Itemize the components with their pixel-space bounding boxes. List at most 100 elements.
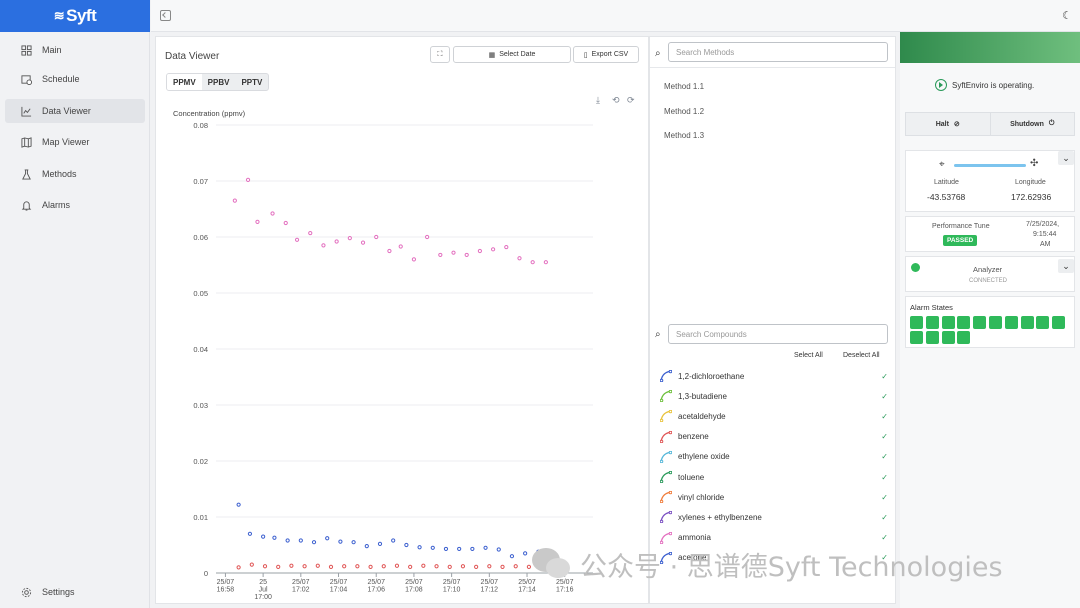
x-tick-label: 17:16 <box>556 587 574 594</box>
sidebar-item-schedule[interactable]: Schedule <box>5 67 145 91</box>
x-tick-label: Jul <box>259 587 268 594</box>
power-icon: ⏻ <box>1048 120 1055 127</box>
data-point <box>513 564 518 569</box>
sidebar-item-map-viewer[interactable]: Map Viewer <box>5 130 145 154</box>
data-point <box>464 252 469 258</box>
compound-row[interactable]: xylenes + ethylbenzene ✓ <box>660 509 888 525</box>
sidebar-item-label: Data Viewer <box>42 106 91 116</box>
data-point <box>500 564 505 569</box>
sidebar-item-label: Schedule <box>42 74 80 84</box>
search-icon: ⌕ <box>655 48 661 59</box>
y-tick-label: 0.03 <box>193 401 208 410</box>
search-compounds-input[interactable]: Search Compounds <box>668 324 888 344</box>
alarm-state-indicator[interactable] <box>1036 316 1050 329</box>
alarm-state-indicator[interactable] <box>925 331 939 344</box>
alarm-state-indicator[interactable] <box>941 331 955 344</box>
alarm-state-indicator[interactable] <box>973 316 987 329</box>
sidebar-item-methods[interactable]: Methods <box>5 162 145 186</box>
compound-name: 1,3-butadiene <box>678 391 727 401</box>
y-tick-label: 0.06 <box>193 233 208 242</box>
compound-series-icon <box>660 491 672 504</box>
alarm-state-indicator[interactable] <box>941 316 955 329</box>
data-point <box>483 545 488 550</box>
halt-button[interactable]: Halt ⊘ <box>906 113 990 135</box>
data-point <box>470 546 475 552</box>
check-icon: ✓ <box>881 533 888 543</box>
compound-row[interactable]: acetaldehyde ✓ <box>660 408 888 424</box>
compound-name: ethylene oxide <box>678 452 730 462</box>
data-point <box>417 545 422 550</box>
status-badge: PASSED <box>943 235 978 246</box>
compound-series-icon <box>660 430 672 443</box>
data-point <box>443 546 449 552</box>
method-item[interactable]: Method 1.1 <box>664 82 704 91</box>
alarm-state-indicator[interactable] <box>1020 316 1034 329</box>
y-axis-label: Concentration (ppmv) <box>173 109 246 118</box>
compound-name: acetaldehyde <box>678 411 726 421</box>
deselect-all-button[interactable]: Deselect All <box>843 352 880 359</box>
alarm-state-indicator[interactable] <box>1004 316 1018 329</box>
x-tick-label: 25/07 <box>330 579 348 586</box>
data-point <box>247 531 253 536</box>
data-point <box>232 198 237 203</box>
moon-icon[interactable]: ☾ <box>1062 9 1072 22</box>
method-item[interactable]: Method 1.2 <box>664 107 704 116</box>
brand-name: Syft <box>66 6 97 25</box>
alarm-state-indicator[interactable] <box>1052 316 1066 329</box>
bell-icon <box>21 200 32 211</box>
alarm-state-indicator[interactable] <box>910 331 923 344</box>
x-tick-label: 17:02 <box>292 587 310 594</box>
sidebar-item-main[interactable]: Main <box>5 38 145 62</box>
compound-row[interactable]: 1,2-dichloroethane ✓ <box>660 368 888 384</box>
compound-row[interactable]: ethylene oxide ✓ <box>660 449 888 465</box>
sidebar-item-data-viewer[interactable]: Data Viewer <box>5 99 145 123</box>
y-tick-label: 0.04 <box>193 345 208 354</box>
syft-logo[interactable]: ≋ Syft <box>0 0 150 32</box>
alarm-state-indicator[interactable] <box>910 316 923 329</box>
data-point <box>477 248 482 254</box>
y-tick-label: 0 <box>204 569 208 578</box>
select-all-button[interactable]: Select All <box>794 352 823 359</box>
compound-row[interactable]: 1,3-butadiene ✓ <box>660 388 888 404</box>
alarm-state-indicator[interactable] <box>957 316 971 329</box>
compound-series-icon <box>660 450 672 463</box>
compound-row[interactable]: benzene ✓ <box>660 429 888 445</box>
check-icon: ✓ <box>881 432 888 442</box>
sidebar-item-label: Main <box>42 45 62 55</box>
data-point <box>338 539 343 544</box>
status-banner <box>900 32 1080 63</box>
gps-card: ⌖ ✣ ⌄ Latitude -43.53768 Longitude 172.6… <box>905 150 1075 212</box>
calendar-clock-icon <box>21 74 32 85</box>
compound-series-icon <box>660 511 672 524</box>
syft-logo-icon: ≋ <box>53 8 65 23</box>
operating-text: SyftEnviro is operating. <box>952 80 1035 90</box>
sidebar-item-settings[interactable]: Settings <box>5 580 145 604</box>
gear-icon <box>21 587 32 598</box>
data-point <box>457 546 462 552</box>
method-item[interactable]: Method 1.3 <box>664 131 704 140</box>
data-point <box>334 239 339 244</box>
shutdown-button[interactable]: Shutdown ⏻ <box>989 113 1075 135</box>
compound-series-icon <box>660 410 672 423</box>
alarm-state-indicator[interactable] <box>925 316 939 329</box>
y-tick-label: 0.05 <box>193 289 208 298</box>
alarm-state-indicator[interactable] <box>989 316 1002 329</box>
collapse-sidebar-icon[interactable] <box>160 10 171 21</box>
data-point <box>496 547 501 552</box>
alarm-state-indicator[interactable] <box>957 331 971 344</box>
halt-label: Halt <box>935 120 949 128</box>
data-point <box>374 234 379 240</box>
data-viewer-panel: Data Viewer ⛶ ▦ Select Date ▯ Export CSV P… <box>155 36 649 604</box>
data-point <box>530 260 535 265</box>
performance-label: Performance Tune <box>932 223 990 230</box>
compound-row[interactable]: toluene ✓ <box>660 469 888 485</box>
chevron-down-icon[interactable]: ⌄ <box>1058 259 1074 273</box>
compound-row[interactable]: ammonia ✓ <box>660 530 888 546</box>
data-point <box>411 257 417 262</box>
chevron-down-icon[interactable]: ⌄ <box>1058 151 1074 165</box>
sidebar-item-alarms[interactable]: Alarms <box>5 193 145 217</box>
compound-row[interactable]: vinyl chloride ✓ <box>660 489 888 505</box>
search-methods-input[interactable]: Search Methods <box>668 42 888 62</box>
shutdown-label: Shutdown <box>1010 120 1044 128</box>
check-icon: ✓ <box>881 452 888 462</box>
